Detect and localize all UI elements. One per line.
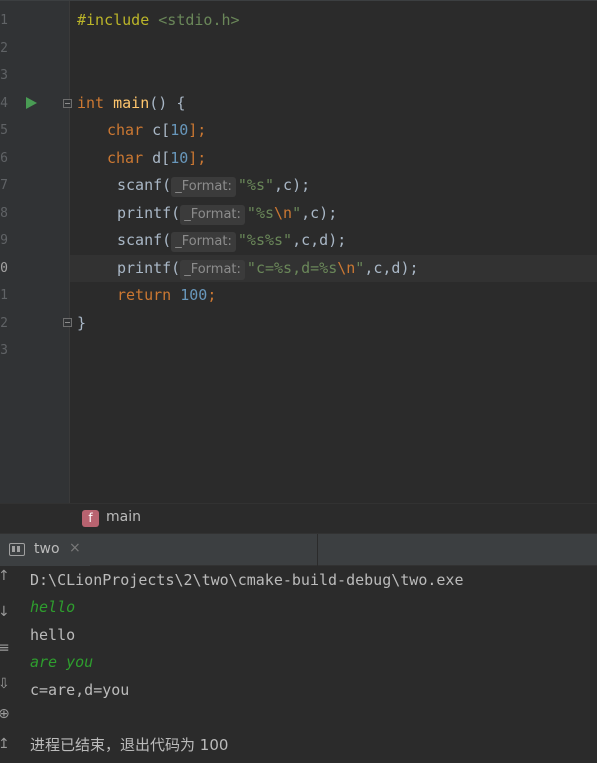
scroll-to-end-icon[interactable]: ⇩ [0,676,10,692]
line-number: 9 [0,233,8,248]
console-line-exit-status: 进程已结束，退出代码为 100 [30,736,229,754]
console-output[interactable]: ↑ ↓ ≡ ⇩ ⊕ ↥ D:\CLionProjects\2\two\cmake… [0,566,597,763]
console-line-input: are you [30,653,94,671]
console-line-input: hello [30,598,76,616]
code-line-8: printf(_Format: "%s\n",c); [117,200,337,227]
function-badge-icon: f [82,510,99,527]
run-panel-header: two × [0,533,597,566]
pin-icon[interactable]: ↥ [0,736,10,752]
breadcrumb-item-main[interactable]: main [106,509,141,525]
console-line-output: hello [30,626,76,644]
line-number: 6 [0,151,8,166]
line-number: 7 [0,178,8,193]
print-icon[interactable]: ⊕ [0,706,10,722]
divider [317,534,318,566]
line-number: 3 [0,343,8,358]
close-icon[interactable]: × [69,540,81,556]
line-number: 1 [0,13,8,28]
parameter-hint: _Format: [171,177,236,197]
code-line-11: return 100; [117,286,217,304]
code-line-7: scanf(_Format: "%s",c); [117,172,310,199]
line-number: 4 [0,96,8,111]
line-number: 8 [0,206,8,221]
line-number-gutter: 1 2 3 4 5 6 7 8 9 0 1 2 3 [0,1,72,504]
console-toolbar: ↑ ↓ ≡ ⇩ ⊕ ↥ [0,566,14,763]
tab-two[interactable]: two × [0,534,90,566]
console-line-path: D:\CLionProjects\2\two\cmake-build-debug… [30,571,464,589]
scroll-up-icon[interactable]: ↑ [0,568,10,584]
wrap-icon[interactable]: ≡ [0,640,10,656]
line-number: 1 [0,288,8,303]
code-line-5: char c[10]; [107,121,207,139]
line-number: 2 [0,316,8,331]
code-line-10: printf(_Format: "c=%s,d=%s\n",c,d); [117,255,419,282]
parameter-hint: _Format: [171,232,236,252]
scroll-down-icon[interactable]: ↓ [0,604,10,620]
parameter-hint: _Format: [180,260,245,280]
code-line-12: } [77,314,87,332]
code-line-6: char d[10]; [107,149,207,167]
breadcrumb: f main [0,503,597,533]
terminal-icon [9,543,25,556]
editor-pane[interactable]: 1 2 3 4 5 6 7 8 9 0 1 2 3 #include <stdi… [0,0,597,504]
code-line-4: int main() { [77,94,186,112]
parameter-hint: _Format: [180,205,245,225]
line-number: 5 [0,123,8,138]
line-number-current: 0 [0,261,8,276]
code-area[interactable]: #include <stdio.h> int main() { char c[1… [70,1,597,504]
run-gutter-icon[interactable] [26,97,37,109]
line-number: 3 [0,68,8,83]
code-line-9: scanf(_Format: "%s%s",c,d); [117,227,346,254]
code-line-1: #include <stdio.h> [77,11,240,29]
tab-label: two [34,541,60,557]
console-line-output: c=are,d=you [30,681,130,699]
line-number: 2 [0,41,8,56]
